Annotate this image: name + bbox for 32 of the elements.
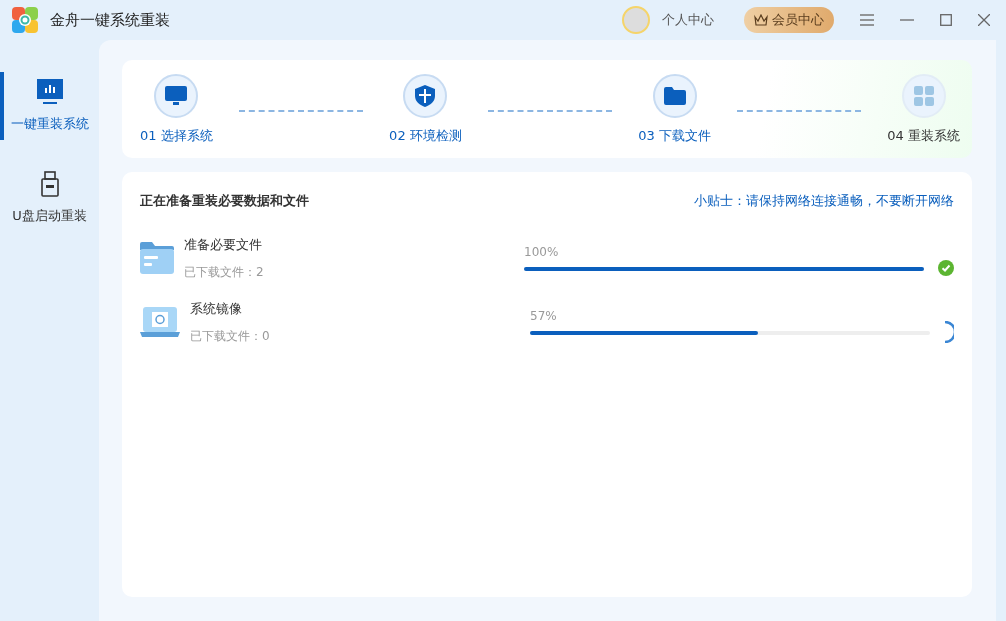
tip-text: 小贴士：请保持网络连接通畅，不要断开网络 (694, 192, 954, 210)
maximize-button[interactable] (940, 14, 952, 26)
task-detail: 已下载文件：2 (184, 263, 265, 281)
close-icon (978, 14, 990, 26)
monitor-icon (165, 86, 188, 106)
folder-icon (663, 87, 686, 105)
progress-percent: 100% (524, 245, 560, 259)
profile-button[interactable]: 个人中心 (662, 11, 714, 29)
panel-title: 正在准备重装必要数据和文件 (140, 192, 309, 210)
laptop-icon (140, 307, 180, 337)
sidebar-item[interactable]: U盘启动重装 (0, 164, 99, 232)
usb-drive-icon (40, 171, 59, 197)
maximize-icon (940, 14, 952, 26)
vip-button[interactable]: 会员中心 (744, 7, 834, 33)
shield-icon (415, 85, 436, 107)
step-label: 03 下载文件 (638, 127, 711, 145)
menu-icon (860, 14, 874, 26)
folder-document-icon (140, 242, 174, 274)
crown-icon (754, 14, 768, 26)
windows-icon (913, 86, 934, 106)
progress-percent: 57% (530, 309, 558, 323)
step-label: 01 选择系统 (140, 127, 213, 145)
menu-button[interactable] (860, 14, 874, 26)
task-detail: 已下载文件：0 (190, 327, 271, 345)
close-button[interactable] (978, 14, 990, 26)
app-logo-icon (12, 7, 38, 33)
step-label: 04 重装系统 (887, 127, 960, 145)
window-title: 金舟一键系统重装 (50, 10, 170, 30)
monitor-chart-icon (36, 79, 63, 105)
task-name: 系统镜像 (190, 299, 243, 318)
step-label: 02 环境检测 (389, 127, 462, 145)
task-name: 准备必要文件 (184, 235, 263, 254)
